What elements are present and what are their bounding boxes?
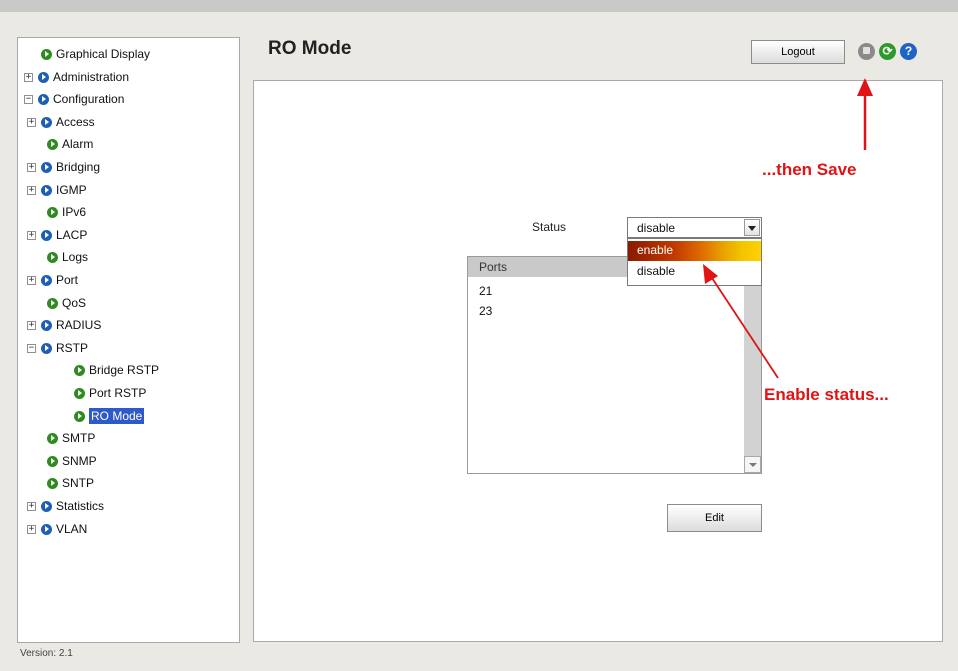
save-hint-annotation: ...then Save bbox=[762, 160, 857, 179]
enable-hint-annotation: Enable status... bbox=[764, 385, 889, 404]
arrow-to-enable-option bbox=[703, 264, 779, 379]
arrow-to-save-icon bbox=[857, 78, 873, 150]
annotation-arrows bbox=[703, 78, 873, 379]
